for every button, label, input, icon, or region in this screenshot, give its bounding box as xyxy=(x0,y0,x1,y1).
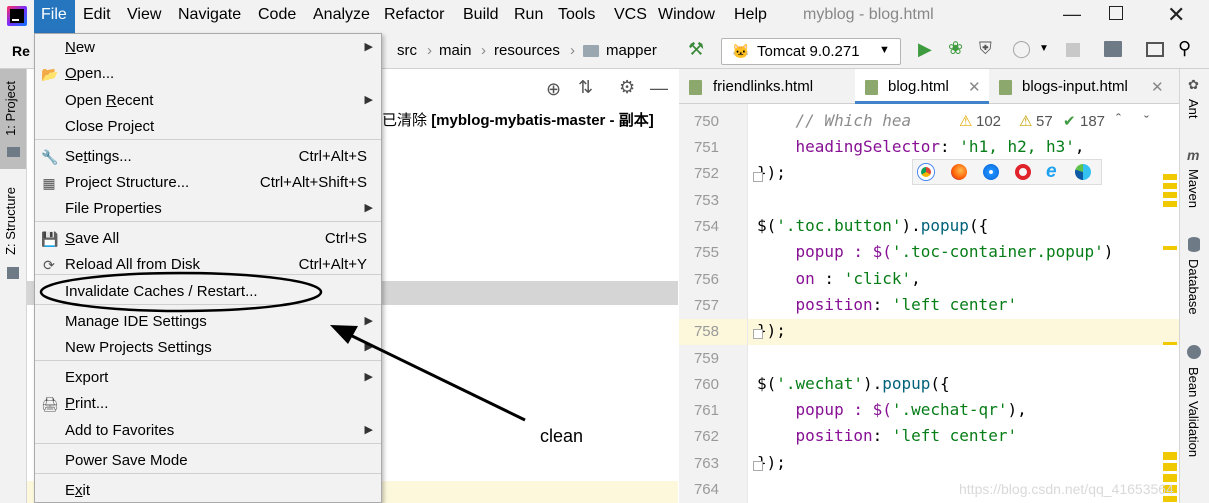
annotation-overlay xyxy=(39,271,526,422)
annotation-label: clean xyxy=(540,426,584,446)
annotation-arrow-line xyxy=(345,331,526,422)
highlight-ellipse xyxy=(39,271,323,313)
annotation-arrow-head xyxy=(330,325,358,344)
